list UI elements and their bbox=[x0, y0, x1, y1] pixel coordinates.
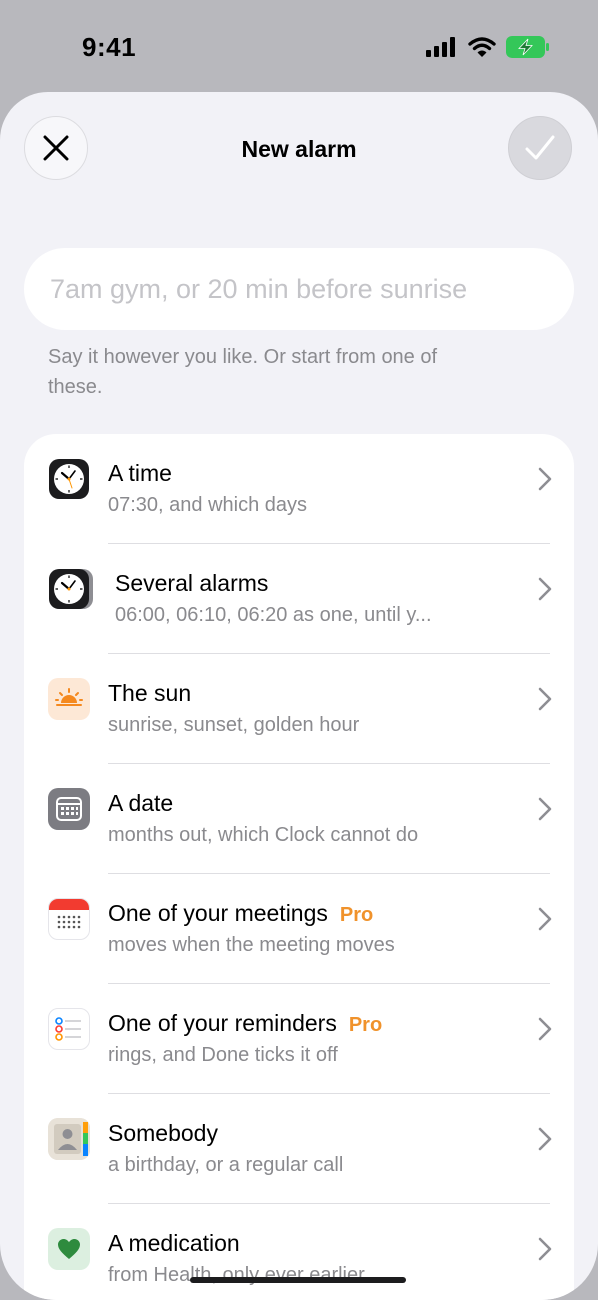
option-subtitle: sunrise, sunset, golden hour bbox=[108, 714, 360, 736]
alarm-type-list: A time 07:30, and which days Several ala… bbox=[24, 434, 574, 1300]
clock-icon bbox=[48, 458, 90, 500]
option-reminders[interactable]: One of your reminders Pro rings, and Done… bbox=[24, 984, 574, 1094]
option-somebody[interactable]: Somebody a birthday, or a regular call bbox=[24, 1094, 574, 1204]
option-subtitle: rings, and Done ticks it off bbox=[108, 1044, 338, 1066]
option-subtitle: a birthday, or a regular call bbox=[108, 1154, 344, 1176]
option-subtitle: moves when the meeting moves bbox=[108, 934, 395, 956]
chevron-right-icon bbox=[538, 687, 552, 711]
option-the-sun[interactable]: The sun sunrise, sunset, golden hour bbox=[24, 654, 574, 764]
option-subtitle: from Health, only ever earlier bbox=[108, 1264, 365, 1286]
option-label: A medication bbox=[108, 1230, 240, 1256]
option-label: The sun bbox=[108, 680, 192, 706]
chevron-right-icon bbox=[538, 577, 552, 601]
option-several-alarms[interactable]: Several alarms 06:00, 06:10, 06:20 as on… bbox=[24, 544, 574, 654]
option-subtitle: 07:30, and which days bbox=[108, 494, 308, 516]
chevron-right-icon bbox=[538, 797, 552, 821]
option-label: One of your reminders Pro bbox=[108, 1010, 383, 1036]
checkmark-icon bbox=[525, 135, 555, 160]
status-time: 9:41 bbox=[82, 32, 137, 62]
calendar-app-icon bbox=[48, 898, 90, 940]
home-indicator[interactable] bbox=[190, 1277, 406, 1283]
option-label: One of your meetings Pro bbox=[108, 900, 374, 926]
reminders-app-icon bbox=[48, 1008, 90, 1050]
option-label: A date bbox=[108, 790, 174, 816]
wifi-icon bbox=[468, 36, 496, 57]
pro-badge: Pro bbox=[339, 904, 374, 926]
cellular-signal-icon bbox=[426, 37, 455, 57]
option-label: A time bbox=[108, 460, 172, 486]
battery-charging-icon bbox=[506, 36, 549, 58]
option-label: Several alarms bbox=[115, 570, 269, 596]
option-medication[interactable]: A medication from Health, only ever earl… bbox=[24, 1204, 574, 1300]
stacked-clocks-icon bbox=[48, 568, 94, 610]
hint-text: Say it however you like. Or start from o… bbox=[48, 346, 438, 398]
new-alarm-sheet: New alarm Say it however you like. Or st… bbox=[0, 92, 598, 1300]
chevron-right-icon bbox=[538, 1017, 552, 1041]
chevron-right-icon bbox=[538, 1237, 552, 1261]
option-subtitle: months out, which Clock cannot do bbox=[108, 824, 419, 846]
chevron-right-icon bbox=[538, 907, 552, 931]
status-icons bbox=[426, 36, 550, 58]
chevron-right-icon bbox=[538, 467, 552, 491]
status-bar: 9:41 bbox=[0, 0, 598, 92]
option-label: Somebody bbox=[108, 1120, 218, 1146]
calendar-grid-icon bbox=[48, 788, 90, 830]
heart-icon bbox=[48, 1228, 90, 1270]
alarm-search-field[interactable] bbox=[24, 248, 574, 330]
option-meetings[interactable]: One of your meetings Pro moves when the m… bbox=[24, 874, 574, 984]
pro-badge: Pro bbox=[348, 1014, 383, 1036]
contacts-app-icon bbox=[48, 1118, 90, 1160]
option-a-date[interactable]: A date months out, which Clock cannot do bbox=[24, 764, 574, 874]
sunrise-icon bbox=[48, 678, 90, 720]
chevron-right-icon bbox=[538, 1127, 552, 1151]
option-subtitle: 06:00, 06:10, 06:20 as one, until y... bbox=[115, 604, 432, 626]
alarm-search-input[interactable] bbox=[48, 272, 574, 306]
done-button[interactable] bbox=[508, 116, 572, 180]
option-a-time[interactable]: A time 07:30, and which days bbox=[24, 434, 574, 544]
